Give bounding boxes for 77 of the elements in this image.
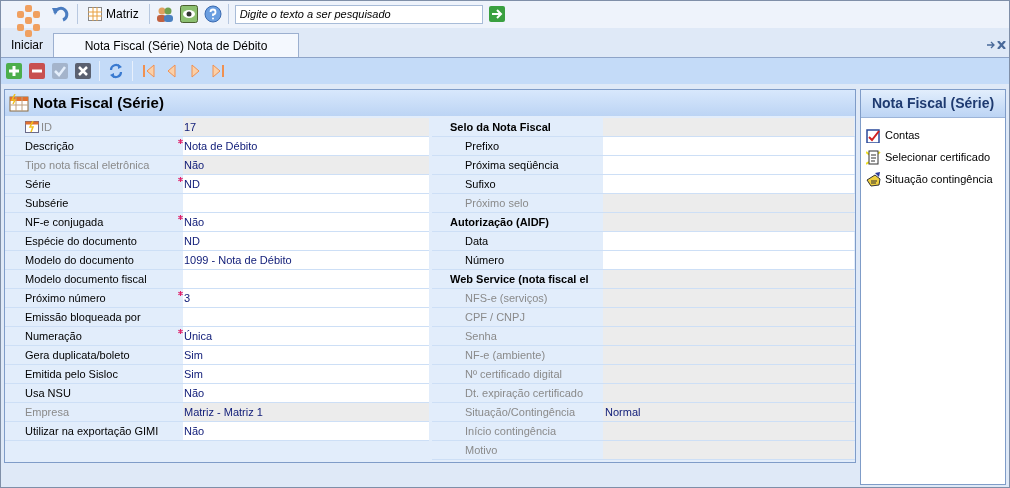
field-label: Dt. expiração certificado	[464, 385, 583, 401]
field-value: Sim	[183, 346, 429, 364]
field-label: Gera duplicata/boleto	[25, 347, 130, 363]
help-icon[interactable]	[203, 5, 222, 24]
field-label: Situação/Contingência	[464, 404, 576, 420]
field-label: Emissão bloqueada por	[25, 309, 141, 325]
field-label: Próxima seqüência	[464, 157, 559, 173]
field-label: Série	[25, 176, 51, 192]
field-value: Não	[183, 156, 429, 174]
field-value: Nota de Débito	[183, 137, 429, 155]
field-value: 17	[183, 118, 429, 136]
document-icon	[866, 149, 881, 165]
field-label: Data	[464, 233, 489, 249]
pin-arrow-icon[interactable]	[987, 41, 996, 50]
field-label: Usa NSU	[25, 385, 71, 401]
side-panel-title: Nota Fiscal (Série)	[861, 90, 1005, 118]
field-value: Normal	[603, 403, 854, 421]
field-label: Senha	[464, 328, 497, 344]
field-label: Início contingência	[464, 423, 557, 439]
search-field[interactable]: Digite o texto a ser pesquisado	[234, 4, 483, 24]
checklist-icon	[866, 127, 881, 143]
remove-icon[interactable]	[28, 62, 46, 81]
field-value: ND	[183, 175, 429, 193]
field-label: Sufixo	[464, 176, 496, 192]
cancel-icon[interactable]	[74, 62, 92, 81]
field-label: ID	[41, 119, 52, 135]
add-icon[interactable]	[5, 62, 23, 81]
field-label: Subsérie	[25, 195, 69, 211]
field-label: NF-e (ambiente)	[464, 347, 546, 363]
field-label: CPF / CNPJ	[464, 309, 525, 325]
field-label: Próximo selo	[464, 195, 529, 211]
form-title: Nota Fiscal (Série)	[33, 92, 164, 113]
field-label: Número	[464, 252, 505, 268]
field-label: Prefixo	[464, 138, 500, 154]
start-button[interactable]: Iniciar	[1, 33, 53, 58]
field-value: ND	[183, 232, 429, 250]
action-link[interactable]: Contas	[866, 126, 1005, 144]
field-value: Única	[183, 327, 429, 345]
action-link[interactable]: Situação contingência	[866, 170, 1005, 188]
field-label: Espécie do documento	[25, 233, 137, 249]
field-label: Utilizar na exportação GIMI	[25, 423, 159, 439]
field-label: NFS-e (serviços)	[464, 290, 548, 306]
field-label: Modelo do documento	[25, 252, 134, 268]
action-link[interactable]: Selecionar certificado	[866, 148, 1005, 166]
field-label: Tipo nota fiscal eletrônica	[25, 157, 150, 173]
section-heading: Web Service (nota fiscal el	[449, 271, 589, 287]
field-label: Modelo documento fiscal	[25, 271, 147, 287]
matrix-button[interactable]: Matriz	[84, 5, 143, 24]
last-record-icon[interactable]	[209, 62, 227, 81]
key-icon	[25, 121, 39, 133]
field-label: Descrição	[25, 138, 74, 154]
field-value: 1099 - Nota de Débito	[183, 251, 429, 269]
field-value: Matriz - Matriz 1	[183, 403, 429, 421]
field-label: Próximo número	[25, 290, 106, 306]
section-heading: Autorização (AIDF)	[449, 214, 549, 230]
close-icon[interactable]	[997, 41, 1006, 50]
field-label: NF-e conjugada	[25, 214, 104, 230]
field-label: Emitida pelo Sisloc	[25, 366, 118, 382]
section-heading: Selo da Nota Fiscal	[449, 119, 551, 135]
refresh-icon[interactable]	[107, 62, 125, 81]
field-value: Não	[183, 384, 429, 402]
go-arrow-icon[interactable]	[488, 6, 505, 23]
undo-icon[interactable]	[51, 5, 71, 24]
first-record-icon[interactable]	[140, 62, 158, 81]
field-value: Sim	[183, 365, 429, 383]
field-value: 3	[183, 289, 429, 307]
field-label: Nº certificado digital	[464, 366, 562, 382]
field-label: Empresa	[25, 404, 70, 420]
grid-icon	[88, 7, 102, 22]
field-label: Motivo	[464, 442, 498, 458]
field-value: Não	[183, 422, 429, 440]
table-icon	[9, 94, 29, 112]
users-icon[interactable]	[155, 6, 174, 23]
tab[interactable]: Nota Fiscal (Série) Nota de Débito	[53, 33, 299, 58]
eye-icon[interactable]	[179, 5, 198, 24]
field-value: Não	[183, 213, 429, 231]
field-label: Numeração	[25, 328, 82, 344]
